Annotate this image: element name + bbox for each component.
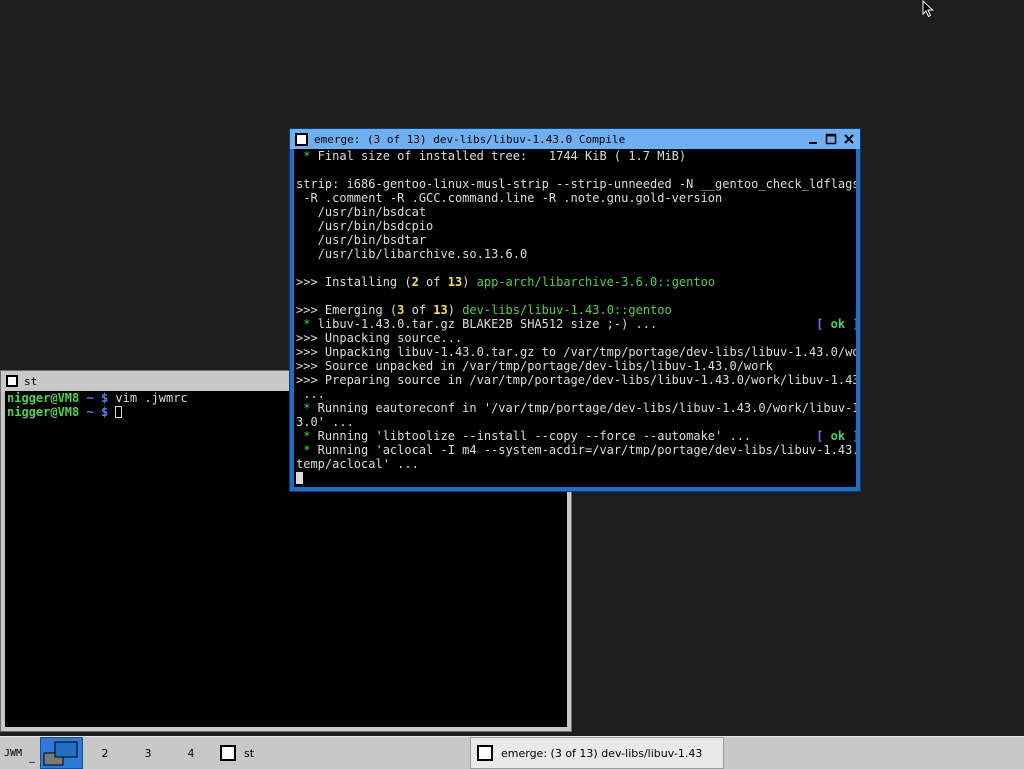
terminal-line: temp/aclocal' ... (296, 457, 419, 471)
pager-desktop-4[interactable]: 4 (170, 737, 212, 769)
terminal-line: * Final size of installed tree: 1744 KiB… (296, 149, 687, 163)
window-icon (220, 745, 236, 761)
terminal-line: /usr/lib/libarchive.so.13.6.0 (296, 247, 528, 261)
desktop: st nigger@VM8 ~ $ vim .jwmrc nigger@VM8 … (0, 0, 1024, 736)
terminal-line: strip: i686-gentoo-linux-musl-strip --st… (296, 177, 856, 191)
terminal-line: >>> Unpacking libuv-1.43.0.tar.gz to /va… (296, 345, 856, 359)
terminal-line: * Running eautoreconf in '/var/tmp/porta… (296, 401, 856, 415)
jwm-menu-button[interactable]: JWM (0, 737, 26, 769)
terminal-line: * Running 'aclocal -I m4 --system-acdir=… (296, 443, 856, 457)
pager-desktop-2[interactable]: 2 (84, 737, 126, 769)
terminal-line: >>> Source unpacked in /var/tmp/portage/… (296, 359, 773, 373)
terminal-line: 3.0' ... (296, 415, 354, 429)
terminal-cursor (115, 406, 123, 418)
terminal-cursor (296, 472, 303, 484)
terminal-line: >>> Preparing source in /var/tmp/portage… (296, 373, 856, 387)
pager-desktop-3[interactable]: 3 (127, 737, 169, 769)
terminal-line (296, 471, 856, 485)
terminal-line: * Running 'libtoolize --install --copy -… (296, 429, 856, 443)
emerge-titlebar[interactable]: emerge: (3 of 13) dev-libs/libuv-1.43.0 … (290, 129, 860, 149)
terminal-line: /usr/bin/bsdcpio (296, 219, 434, 233)
pager-desktop-1[interactable] (40, 737, 83, 769)
window-icon (477, 745, 493, 761)
mouse-pointer-icon (922, 0, 934, 22)
emerge-window[interactable]: emerge: (3 of 13) dev-libs/libuv-1.43.0 … (289, 128, 861, 492)
window-icon[interactable] (295, 132, 308, 146)
close-icon[interactable] (841, 131, 857, 147)
show-desktop-button[interactable]: _ (27, 737, 37, 769)
terminal-line: >>> Emerging (3 of 13) dev-libs/libuv-1.… (296, 303, 672, 317)
terminal-line: /usr/bin/bsdtar (296, 233, 427, 247)
taskbar-item-emerge[interactable]: emerge: (3 of 13) dev-libs/libuv-1.43 (470, 737, 724, 769)
taskbar: JWM _ 2 3 4 st emerge: (3 of 13) dev-lib… (0, 736, 1024, 769)
maximize-icon[interactable] (823, 131, 839, 147)
minimize-icon[interactable] (805, 131, 821, 147)
terminal-line: -R .comment -R .GCC.command.line -R .not… (296, 191, 723, 205)
terminal-line: ... (296, 387, 325, 401)
taskbar-item-st[interactable]: st (214, 737, 466, 769)
emerge-window-title: emerge: (3 of 13) dev-libs/libuv-1.43.0 … (314, 132, 626, 146)
terminal-line: >>> Installing (2 of 13) app-arch/libarc… (296, 275, 716, 289)
window-icon[interactable] (6, 375, 18, 387)
terminal-line: /usr/bin/bsdcat (296, 205, 427, 219)
pager-preview-icon (43, 741, 77, 766)
emerge-terminal[interactable]: * Final size of installed tree: 1744 KiB… (294, 149, 856, 487)
terminal-line: >>> Unpacking source... (296, 331, 463, 345)
terminal-line: * libuv-1.43.0.tar.gz BLAKE2B SHA512 siz… (296, 317, 856, 331)
